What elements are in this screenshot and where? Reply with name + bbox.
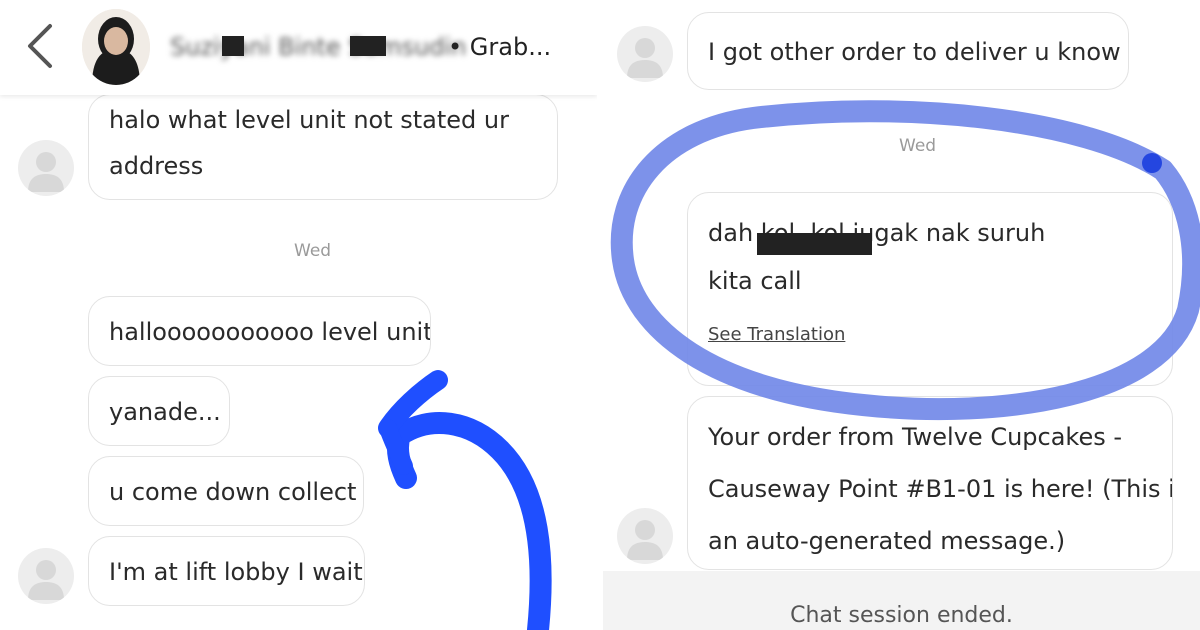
message-text: Your order from Twelve Cupcakes - (708, 423, 1123, 451)
message-text: address (109, 152, 204, 180)
sender-avatar (617, 26, 673, 82)
message-text: yanade... (109, 398, 221, 426)
day-separator: Wed (899, 136, 937, 156)
message-text: hallooooooooooo level unit (109, 318, 431, 346)
message-segment: dah (708, 219, 761, 247)
redaction-mark (222, 36, 244, 56)
censored-word: kol (806, 219, 873, 255)
message-bubble[interactable]: I'm at lift lobby I wait (88, 536, 365, 606)
redaction-mark (806, 233, 873, 255)
message-bubble[interactable]: yanade... (88, 376, 230, 446)
person-silhouette-icon (617, 26, 673, 82)
left-chat-screenshot: Suziyani Binte Samsudin • Grab... halo w… (0, 0, 597, 630)
session-status-text: Chat session ended. (790, 603, 1013, 628)
contact-subtitle: • Grab... (448, 33, 552, 61)
contact-name: Suziyani Binte Samsudin (170, 33, 467, 61)
contact-avatar[interactable] (82, 9, 150, 85)
chevron-left-icon (18, 20, 62, 72)
person-silhouette-icon (18, 548, 74, 604)
chat-header: Suziyani Binte Samsudin • Grab... (0, 0, 597, 95)
translated-message-bubble[interactable]: dah kol..kol jugak nak suruh kita call S… (687, 192, 1173, 386)
message-bubble[interactable]: halo what level unit not stated ur addre… (88, 94, 558, 200)
person-silhouette-icon (617, 508, 673, 564)
sender-avatar (18, 140, 74, 196)
message-text: kita call (708, 267, 802, 295)
message-text: an auto-generated message.) (708, 527, 1066, 555)
sender-avatar (617, 508, 673, 564)
message-bubble[interactable]: hallooooooooooo level unit (88, 296, 431, 366)
session-status-bar: Chat session ended. (603, 571, 1200, 630)
message-bubble[interactable]: u come down collect (88, 456, 364, 526)
person-silhouette-icon (18, 140, 74, 196)
message-text: u come down collect (109, 478, 357, 506)
right-chat-screenshot: I got other order to deliver u know Wed … (603, 0, 1200, 630)
message-bubble[interactable]: I got other order to deliver u know (687, 12, 1129, 90)
message-text: I got other order to deliver u know (708, 38, 1121, 66)
message-segment: jugak nak suruh (844, 219, 1046, 247)
message-text: Causeway Point #B1-01 is here! (This is (708, 475, 1173, 503)
contact-title[interactable]: Suziyani Binte Samsudin • Grab... (170, 30, 580, 64)
redaction-mark (350, 36, 386, 56)
day-separator: Wed (294, 241, 332, 261)
message-text: dah kol..kol jugak nak suruh (708, 209, 1152, 257)
auto-message-bubble[interactable]: Your order from Twelve Cupcakes - Causew… (687, 396, 1173, 570)
censored-word: kol (756, 219, 821, 255)
sender-avatar (18, 548, 74, 604)
back-button[interactable] (18, 20, 62, 72)
see-translation-link[interactable]: See Translation (708, 323, 1152, 347)
message-text: halo what level unit not stated ur (109, 106, 509, 134)
message-text: I'm at lift lobby I wait (109, 558, 363, 586)
